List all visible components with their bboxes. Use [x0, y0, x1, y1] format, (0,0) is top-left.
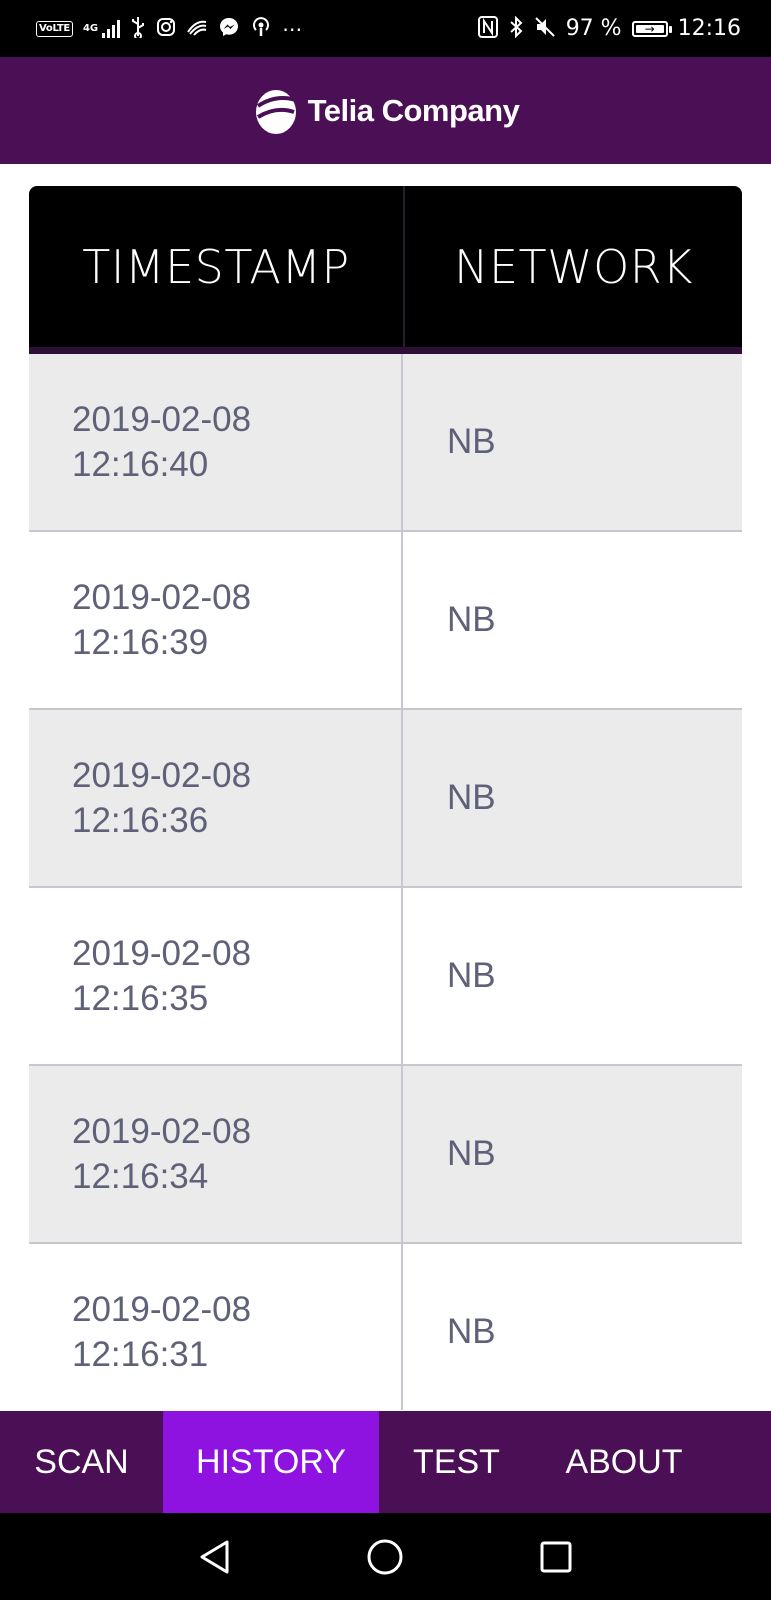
- status-bar-right: 97 % → 12:16: [477, 15, 741, 42]
- bluetooth-icon: [508, 15, 524, 42]
- network-type: 4G: [82, 23, 99, 34]
- messenger-icon: [218, 16, 240, 42]
- battery-percent: 97 %: [565, 16, 622, 41]
- recents-icon: [540, 1541, 572, 1572]
- timestamp-cell: 2019-02-08 12:16:34: [29, 1066, 403, 1242]
- timestamp-time: 12:16:39: [72, 623, 209, 662]
- network-cell: NB: [447, 956, 496, 995]
- timestamp-date: 2019-02-08: [72, 578, 252, 617]
- status-bar: VoLTE 4G ⋯ 97 % → 12:16: [0, 0, 771, 57]
- recents-button[interactable]: [531, 1532, 581, 1582]
- column-header-timestamp: TIMESTAMP: [29, 186, 405, 347]
- timestamp-cell: 2019-02-08 12:16:40: [29, 354, 403, 530]
- home-button[interactable]: [360, 1532, 410, 1582]
- table-row[interactable]: 2019-02-08 12:16:31 NB: [29, 1244, 742, 1410]
- table-row[interactable]: 2019-02-08 12:16:36 NB: [29, 710, 742, 888]
- table-header: TIMESTAMP NETWORK: [29, 186, 742, 354]
- system-nav-bar: [0, 1513, 771, 1600]
- timestamp-date: 2019-02-08: [72, 934, 252, 973]
- status-bar-left: VoLTE 4G ⋯: [36, 16, 302, 42]
- back-button[interactable]: [190, 1532, 240, 1582]
- network-cell: NB: [447, 778, 496, 817]
- column-header-network: NETWORK: [454, 239, 693, 294]
- timestamp-time: 12:16:34: [72, 1157, 209, 1196]
- timestamp-time: 12:16:35: [72, 979, 209, 1018]
- app-header: Telia Company: [0, 57, 771, 164]
- volte-icon: VoLTE: [36, 20, 73, 37]
- home-icon: [367, 1539, 403, 1574]
- table-row[interactable]: 2019-02-08 12:16:40 NB: [29, 354, 742, 532]
- usb-icon: [130, 16, 146, 42]
- network-cell: NB: [447, 1134, 496, 1173]
- network-cell: NB: [447, 600, 496, 639]
- brand-name: Telia Company: [307, 92, 520, 128]
- tab-history[interactable]: HISTORY: [163, 1411, 379, 1513]
- table-row[interactable]: 2019-02-08 12:16:39 NB: [29, 532, 742, 710]
- table-row[interactable]: 2019-02-08 12:16:34 NB: [29, 1066, 742, 1244]
- timestamp-time: 12:16:40: [72, 445, 209, 484]
- nfc-icon: [477, 15, 498, 42]
- podcast-icon: [250, 16, 272, 42]
- timestamp-date: 2019-02-08: [72, 1112, 252, 1151]
- tab-scan[interactable]: SCAN: [0, 1411, 163, 1513]
- history-table: TIMESTAMP NETWORK 2019-02-08 12:16:40 NB …: [29, 186, 742, 1410]
- clock: 12:16: [677, 16, 741, 41]
- tab-test[interactable]: TEST: [379, 1411, 534, 1513]
- timestamp-time: 12:16:31: [72, 1335, 209, 1374]
- timestamp-cell: 2019-02-08 12:16:36: [29, 710, 403, 886]
- swipe-icon: [186, 18, 208, 40]
- network-cell: NB: [447, 1312, 496, 1351]
- signal-icon: [102, 19, 121, 38]
- tab-bar: SCAN HISTORY TEST ABOUT: [0, 1411, 771, 1513]
- timestamp-cell: 2019-02-08 12:16:35: [29, 888, 403, 1064]
- timestamp-time: 12:16:36: [72, 801, 209, 840]
- timestamp-cell: 2019-02-08 12:16:31: [29, 1244, 403, 1410]
- telia-pebble-icon: [255, 89, 297, 134]
- battery-icon: →: [631, 20, 672, 37]
- mute-icon: [534, 16, 556, 42]
- instagram-icon: [156, 17, 176, 41]
- tab-about[interactable]: ABOUT: [534, 1411, 714, 1513]
- timestamp-date: 2019-02-08: [72, 400, 252, 439]
- more-icon: ⋯: [282, 16, 303, 41]
- timestamp-date: 2019-02-08: [72, 1290, 252, 1329]
- network-cell: NB: [447, 422, 496, 461]
- brand-logo: Telia Company: [252, 86, 520, 136]
- timestamp-cell: 2019-02-08 12:16:39: [29, 532, 403, 708]
- table-row[interactable]: 2019-02-08 12:16:35 NB: [29, 888, 742, 1066]
- back-icon: [200, 1540, 229, 1573]
- timestamp-date: 2019-02-08: [72, 756, 252, 795]
